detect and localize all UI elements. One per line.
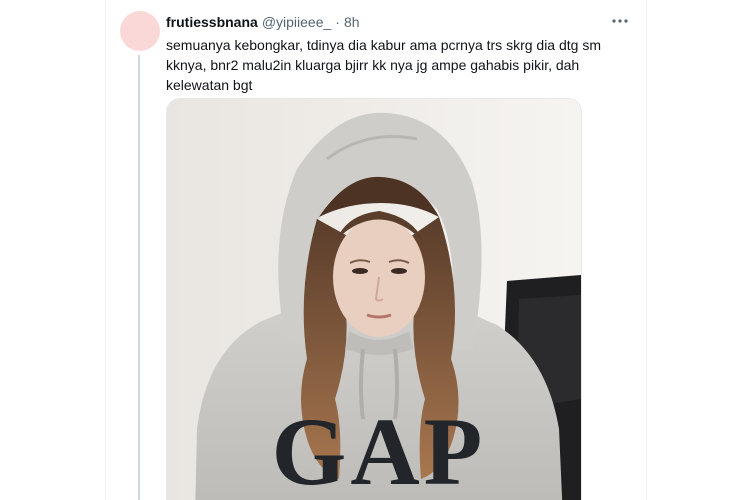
more-horizontal-icon: [612, 19, 628, 23]
display-name[interactable]: frutiessbnana: [166, 12, 258, 32]
user-handle[interactable]: @yipiieee_: [262, 12, 331, 32]
tweet-text: semuanya kebongkar, tdinya dia kabur ama…: [166, 37, 601, 93]
timestamp[interactable]: 8h: [344, 12, 360, 32]
avatar[interactable]: [120, 11, 160, 51]
tweet-card[interactable]: frutiessbnana @yipiieee_ · 8h semuanya k…: [105, 0, 647, 500]
page: frutiessbnana @yipiieee_ · 8h semuanya k…: [0, 0, 750, 500]
tweet-header: frutiessbnana @yipiieee_ · 8h: [166, 12, 360, 32]
hoodie-logo: GAP: [272, 398, 487, 500]
media-photo: GAP: [167, 99, 581, 500]
separator-dot: ·: [335, 14, 340, 30]
more-button[interactable]: [609, 11, 631, 31]
thread-line: [138, 55, 140, 500]
tweet-media[interactable]: GAP: [166, 98, 582, 500]
